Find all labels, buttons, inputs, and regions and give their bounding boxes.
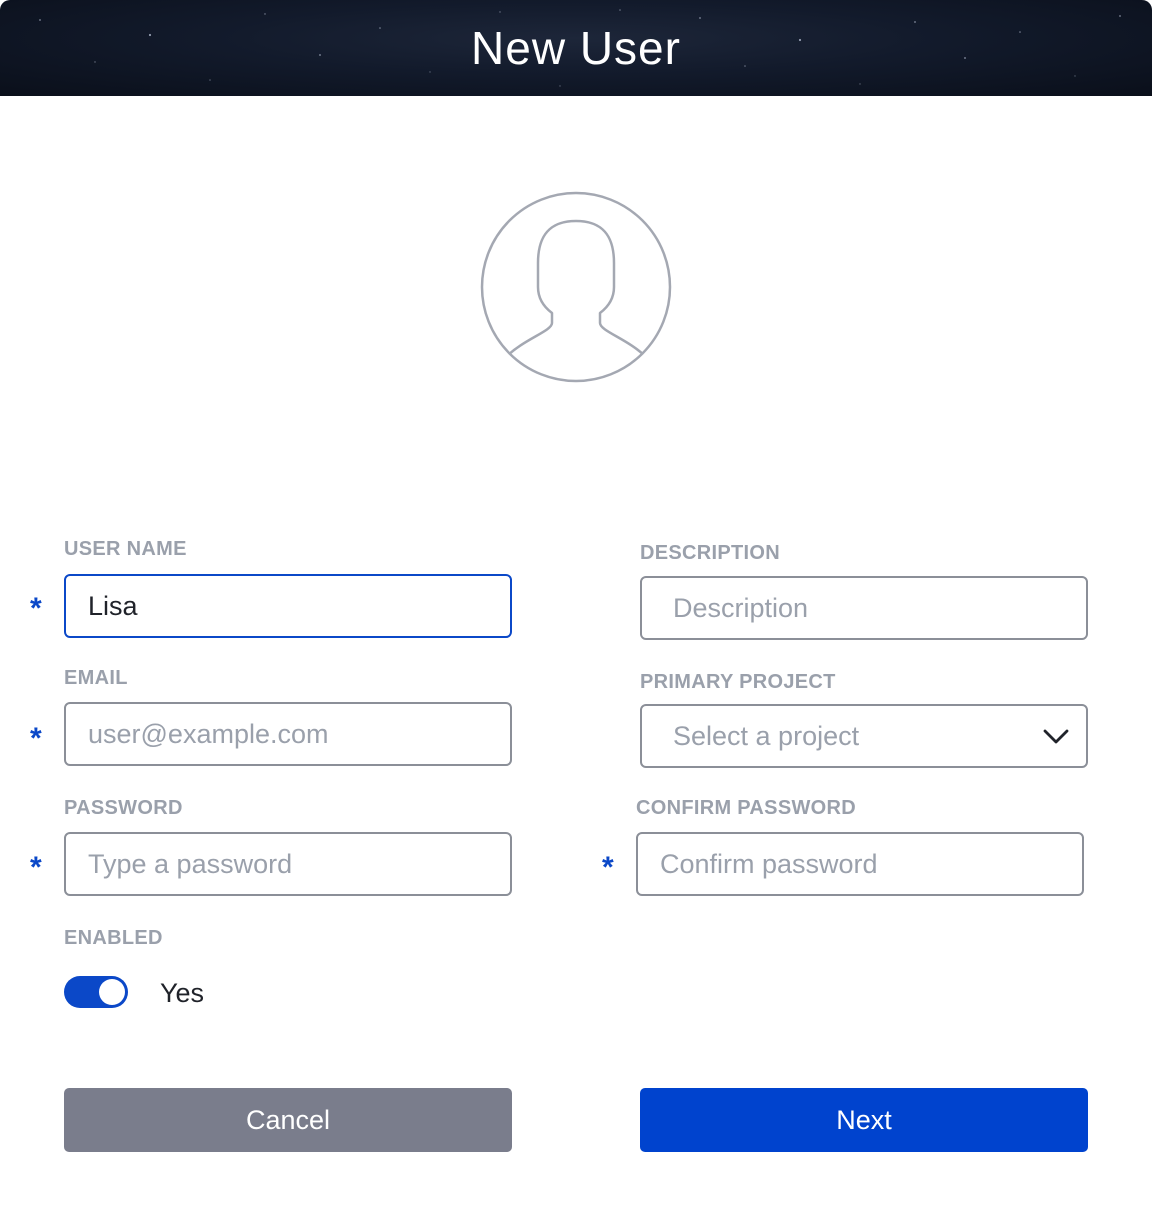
user-name-input[interactable] [64, 574, 512, 638]
user-name-required-marker: * [30, 592, 42, 625]
enabled-label: ENABLED [64, 927, 163, 949]
chevron-down-icon [1043, 729, 1069, 744]
primary-project-placeholder: Select a project [673, 720, 860, 751]
password-input[interactable] [64, 832, 512, 896]
primary-project-label: PRIMARY PROJECT [640, 671, 836, 693]
confirm-password-label: CONFIRM PASSWORD [636, 797, 856, 819]
user-name-label: USER NAME [64, 538, 187, 560]
confirm-password-required-marker: * [602, 851, 614, 884]
dialog-header: New User [0, 0, 1152, 96]
confirm-password-input[interactable] [636, 832, 1084, 896]
enabled-state-text: Yes [160, 978, 205, 1008]
password-required-marker: * [30, 851, 42, 884]
email-label: EMAIL [64, 667, 128, 689]
next-button[interactable]: Next [640, 1088, 1088, 1152]
email-input[interactable] [64, 702, 512, 766]
description-input[interactable] [640, 576, 1088, 640]
user-avatar-icon[interactable] [480, 191, 672, 383]
dialog-title: New User [471, 22, 681, 74]
primary-project-select[interactable]: Select a project [640, 704, 1088, 768]
email-required-marker: * [30, 722, 42, 755]
cancel-button[interactable]: Cancel [64, 1088, 512, 1152]
password-label: PASSWORD [64, 797, 183, 819]
new-user-dialog: New User USER NAME * EMAIL * PASSWORD * … [0, 0, 1152, 1216]
toggle-knob [99, 979, 125, 1005]
enabled-toggle[interactable] [64, 976, 128, 1008]
description-label: DESCRIPTION [640, 542, 780, 564]
